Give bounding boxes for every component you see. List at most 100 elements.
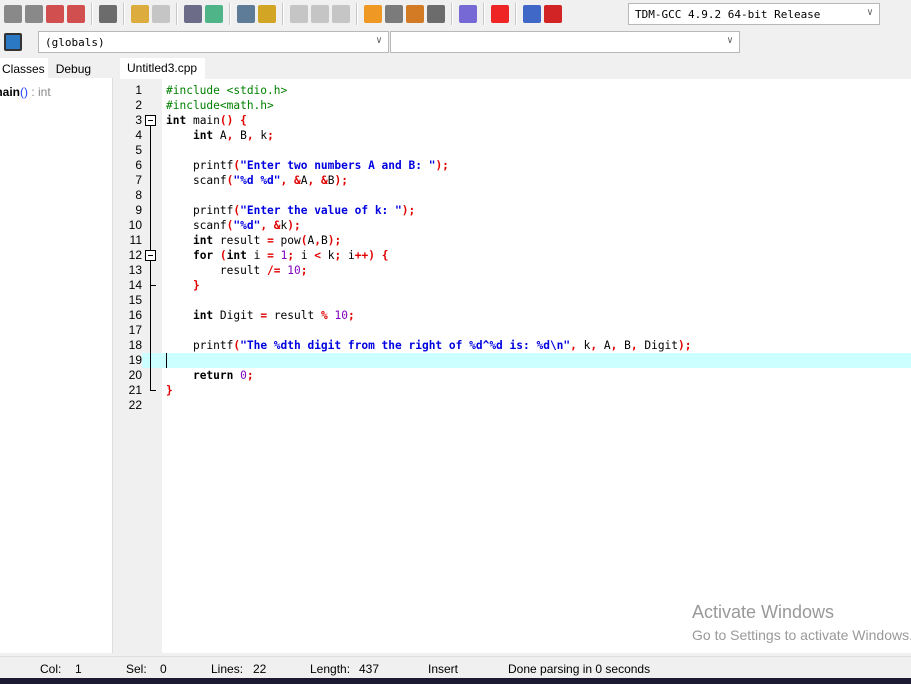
line-number: 2 [120, 98, 142, 113]
length-value: 437 [359, 662, 380, 676]
code-line[interactable]: 6 printf("Enter two numbers A and B: "); [120, 158, 911, 173]
scope-select[interactable]: (globals) ∨ [38, 31, 389, 53]
insert-mode: Insert [428, 662, 459, 676]
save-icon[interactable] [4, 5, 22, 23]
line-number: 7 [120, 173, 142, 188]
class-browser: main() : int [0, 78, 113, 653]
col-value: 1 [75, 662, 82, 676]
member-select[interactable]: ∨ [390, 31, 740, 53]
new-project-icon[interactable] [364, 5, 382, 23]
close-all-icon[interactable] [67, 5, 85, 23]
line-number: 15 [120, 293, 142, 308]
unindent-icon[interactable] [311, 5, 329, 23]
tab-untitled3[interactable]: Untitled3.cpp [120, 58, 206, 79]
fold-collapse-icon[interactable] [145, 250, 156, 261]
line-number: 11 [120, 233, 142, 248]
code-text: } [166, 383, 173, 398]
undo-icon[interactable] [131, 5, 149, 23]
code-line[interactable]: 11 int result = pow(A,B); [120, 233, 911, 248]
code-line[interactable]: 3 int main() { [120, 113, 911, 128]
replace-icon[interactable] [205, 5, 223, 23]
tab-debug[interactable]: Debug [48, 58, 94, 78]
line-number: 18 [120, 338, 142, 353]
line-number: 12 [120, 248, 142, 263]
token-id: k [576, 339, 591, 352]
code-line[interactable]: 21} [120, 383, 911, 398]
code-line[interactable]: 7 scanf("%d %d", &A, &B); [120, 173, 911, 188]
code-line[interactable]: 5 [120, 143, 911, 158]
chevron-down-icon: ∨ [726, 35, 733, 46]
token-id: B [617, 339, 631, 352]
code-line[interactable]: 10 scanf("%d", &k); [120, 218, 911, 233]
code-line[interactable]: 14 } [120, 278, 911, 293]
chart-icon[interactable] [523, 5, 541, 23]
profile-icon[interactable] [544, 5, 562, 23]
code-line[interactable]: 12 for (int i = 1; i < k; i++) { [120, 248, 911, 263]
project-options-icon[interactable] [385, 5, 403, 23]
line-number: 10 [120, 218, 142, 233]
code-line[interactable]: 18 printf("The %dth digit from the right… [120, 338, 911, 353]
code-line[interactable]: 22 [120, 398, 911, 413]
code-editor[interactable]: 1 #include <stdio.h> 2 #include<math.h> 3 int… [120, 79, 911, 653]
token-sym: , [246, 129, 254, 142]
token-sym: } [166, 384, 173, 397]
token-sym: , [630, 339, 638, 352]
token-id [166, 249, 193, 262]
class-item-main[interactable]: main() : int [0, 85, 51, 99]
toggle-comment-icon[interactable] [332, 5, 350, 23]
goto-line-icon[interactable] [237, 5, 255, 23]
fold-collapse-icon[interactable] [145, 115, 156, 126]
toolbar-separator [451, 3, 453, 25]
stop-icon[interactable] [491, 5, 509, 23]
line-number: 1 [120, 83, 142, 98]
token-id: i [246, 249, 268, 262]
token-str: "%d" [233, 219, 261, 232]
line-number: 4 [120, 128, 142, 143]
code-text: printf("Enter the value of k: "); [166, 203, 415, 218]
token-kw: for [192, 249, 214, 262]
indent-icon[interactable] [290, 5, 308, 23]
code-line[interactable]: 8 [120, 188, 911, 203]
new-class-icon[interactable] [406, 5, 424, 23]
token-id [166, 129, 193, 142]
close-icon[interactable] [46, 5, 64, 23]
token-sym: = [267, 249, 274, 262]
token-sym: } [166, 279, 200, 292]
code-line[interactable]: 20 return 0; [120, 368, 911, 383]
compiler-select[interactable]: TDM-GCC 4.9.2 64-bit Release ∨ [628, 3, 880, 25]
line-number: 20 [120, 368, 142, 383]
code-line[interactable]: 4 int A, B, k; [120, 128, 911, 143]
line-number: 8 [120, 188, 142, 203]
line-number: 16 [120, 308, 142, 323]
save-all-icon[interactable] [25, 5, 43, 23]
code-line[interactable]: 15 [120, 293, 911, 308]
check-syntax-icon[interactable] [459, 5, 477, 23]
token-id: main [186, 114, 220, 127]
find-icon[interactable] [184, 5, 202, 23]
code-text: scanf("%d %d", &A, &B); [166, 173, 348, 188]
goto-icon[interactable] [258, 5, 276, 23]
code-line[interactable]: 19 [120, 353, 911, 368]
code-line[interactable]: 13 result /= 10; [120, 263, 911, 278]
taskbar [0, 678, 911, 684]
code-line[interactable]: 9 printf("Enter the value of k: "); [120, 203, 911, 218]
class-browser-icon[interactable] [4, 33, 22, 51]
token-kw: int [192, 234, 214, 247]
code-text: printf("Enter two numbers A and B: "); [166, 158, 449, 173]
code-line[interactable]: 16 int Digit = result % 10; [120, 308, 911, 323]
tab-classes[interactable]: Classes [0, 58, 48, 78]
token-id: i [341, 249, 355, 262]
length-label: Length: [310, 662, 351, 676]
token-sym: , [314, 234, 322, 247]
print-icon[interactable] [99, 5, 117, 23]
layout-icon[interactable] [427, 5, 445, 23]
token-id: result [166, 264, 268, 277]
code-text: #include <stdio.h> [166, 83, 287, 98]
code-line[interactable]: 2 #include<math.h> [120, 98, 911, 113]
code-text: int A, B, k; [166, 128, 274, 143]
code-line[interactable]: 17 [120, 323, 911, 338]
code-line[interactable]: 1 #include <stdio.h> [120, 83, 911, 98]
code-text: int main() { [166, 113, 247, 128]
code-text: int result = pow(A,B); [166, 233, 341, 248]
redo-icon[interactable] [152, 5, 170, 23]
